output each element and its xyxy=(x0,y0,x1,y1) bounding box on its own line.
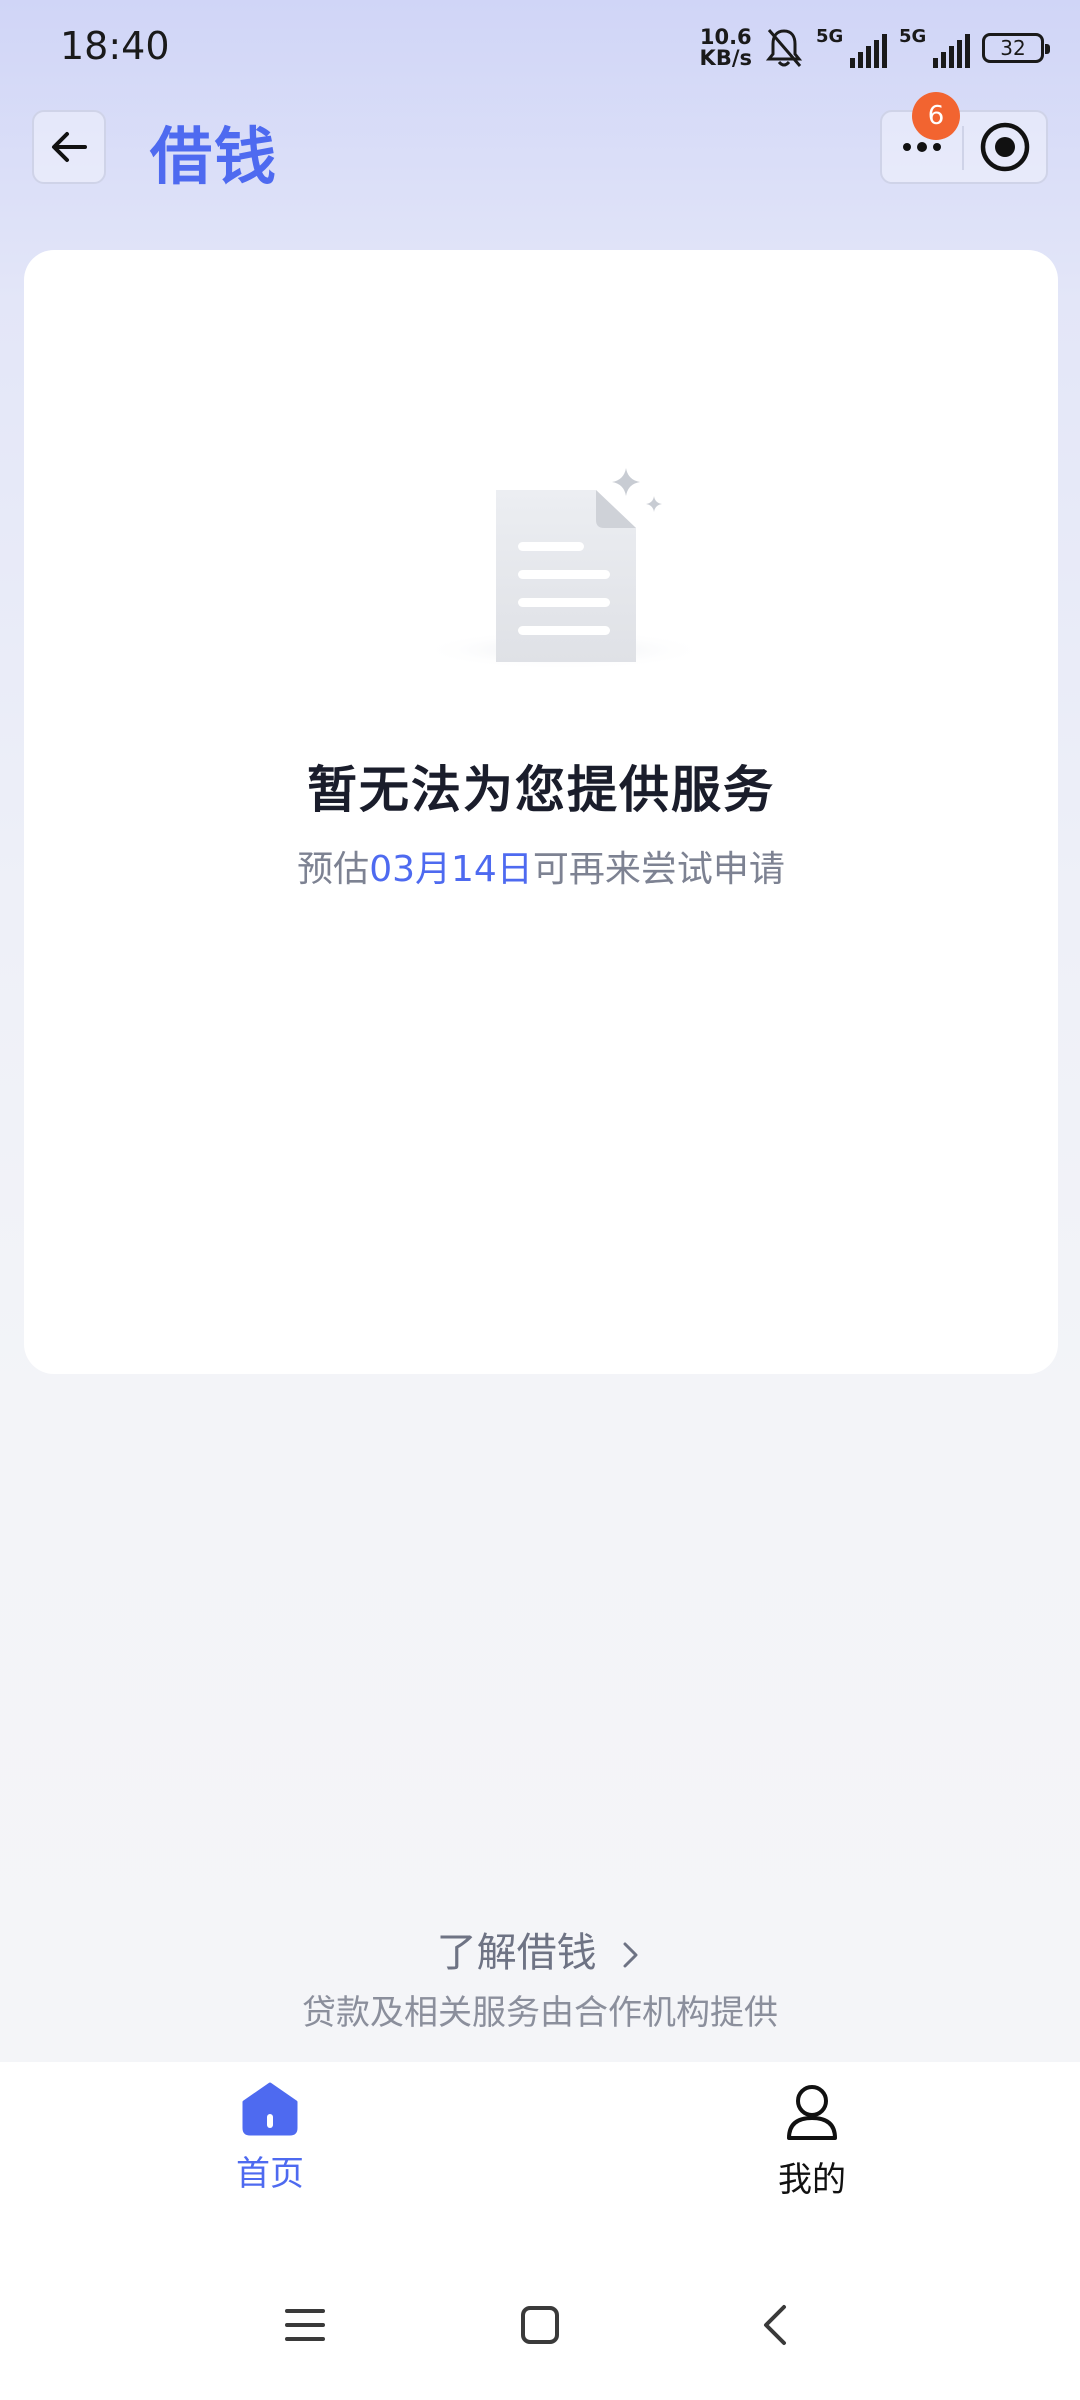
tab-mine-label: 我的 xyxy=(778,2160,846,2200)
notification-badge: 6 xyxy=(912,92,960,140)
network-speed: 10.6 KB/s xyxy=(700,27,752,69)
home-icon xyxy=(242,2082,298,2136)
bell-muted-icon xyxy=(765,29,803,67)
back-button[interactable] xyxy=(32,110,106,184)
tab-home[interactable]: 首页 xyxy=(170,2082,370,2222)
status-time: 18:40 xyxy=(60,24,170,68)
arrow-left-icon xyxy=(52,132,87,162)
network-speed-unit: KB/s xyxy=(699,46,752,70)
learn-more-link[interactable]: 了解借钱 xyxy=(0,1920,1080,1978)
system-navigation-bar xyxy=(0,2250,1080,2400)
battery-level: 32 xyxy=(1000,36,1026,60)
recent-apps-button[interactable] xyxy=(270,2290,340,2360)
bottom-tab-bar: 首页 我的 xyxy=(0,2062,1080,2250)
target-circle-icon xyxy=(980,122,1030,172)
home-square-icon xyxy=(521,2306,559,2344)
close-mini-program-button[interactable] xyxy=(964,112,1046,182)
back-nav-button[interactable] xyxy=(740,2290,810,2360)
desc-prefix: 预估 xyxy=(297,849,370,890)
provider-note: 贷款及相关服务由合作机构提供 xyxy=(302,1993,778,2033)
tab-mine[interactable]: 我的 xyxy=(712,2082,912,2222)
network-speed-value: 10.6 xyxy=(699,25,752,49)
more-dots-icon xyxy=(903,142,941,152)
empty-title: 暂无法为您提供服务 xyxy=(307,761,775,819)
battery-icon: 32 xyxy=(982,33,1050,63)
mini-program-capsule xyxy=(880,110,1048,184)
page-title: 借钱 xyxy=(150,120,279,193)
tab-home-label: 首页 xyxy=(236,2154,304,2194)
back-chevron-icon xyxy=(764,2305,786,2345)
empty-description: 预估03月14日可再来尝试申请 xyxy=(24,840,1058,892)
sim1-network-tag: 5G xyxy=(816,26,844,47)
user-icon xyxy=(787,2085,837,2140)
learn-more-label: 了解借钱 xyxy=(436,1930,597,1976)
empty-document-icon xyxy=(419,468,709,670)
retry-date: 03月14日 xyxy=(369,849,533,890)
status-icons: 10.6 KB/s 5G 5G 32 xyxy=(700,26,1050,70)
signal-icon: 5G xyxy=(899,26,970,68)
menu-icon xyxy=(285,2309,325,2341)
signal-icon: 5G xyxy=(816,26,887,68)
chevron-right-icon xyxy=(623,1942,638,1968)
status-bar: 18:40 10.6 KB/s 5G 5G 32 xyxy=(0,0,1080,100)
status-card: 暂无法为您提供服务 预估03月14日可再来尝试申请 xyxy=(24,250,1058,1374)
desc-suffix: 可再来尝试申请 xyxy=(532,849,785,890)
home-nav-button[interactable] xyxy=(505,2290,575,2360)
sim2-network-tag: 5G xyxy=(899,26,927,47)
